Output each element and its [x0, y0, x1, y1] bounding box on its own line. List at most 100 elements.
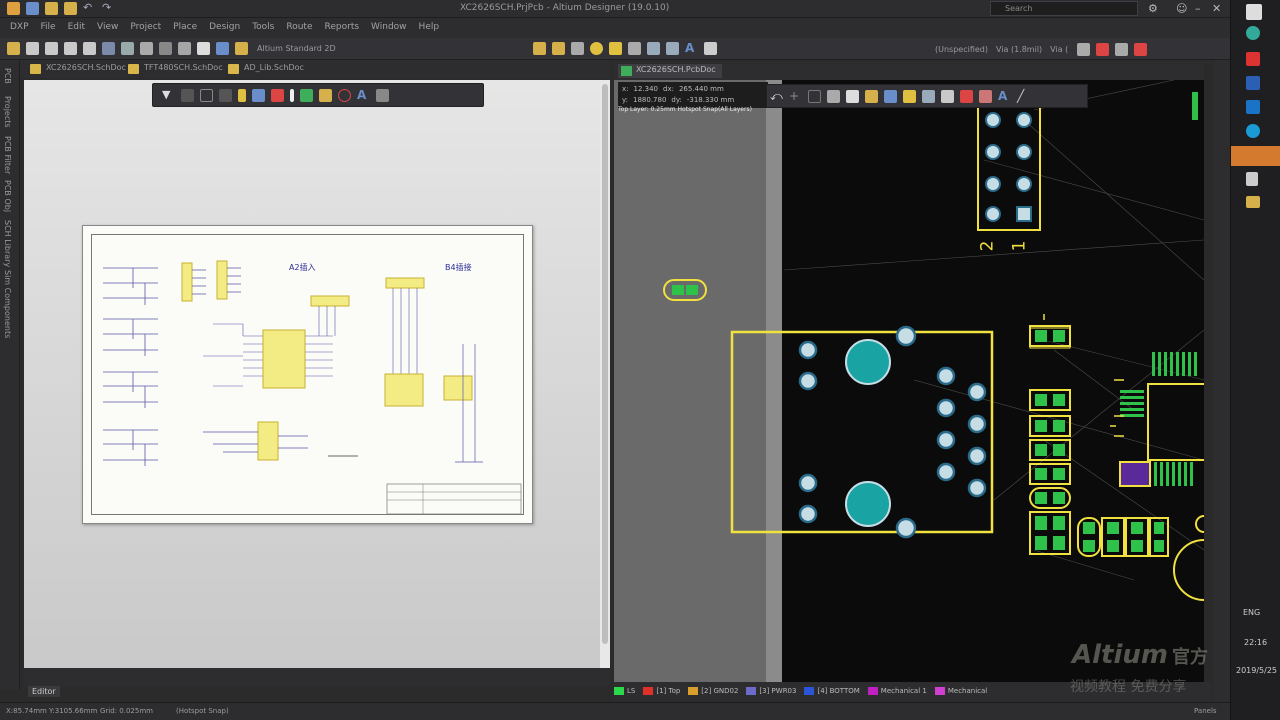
panel-tab-pcb[interactable]: PCB — [3, 68, 12, 84]
paste-icon[interactable] — [64, 42, 77, 55]
select-icon[interactable] — [121, 42, 134, 55]
wire-icon[interactable] — [1077, 43, 1091, 56]
rule-selector[interactable]: Via ( — [1050, 45, 1068, 54]
doc-tab-1[interactable]: XC2626SCH.SchDoc — [30, 63, 126, 76]
text-icon[interactable]: A — [357, 89, 370, 102]
via-icon[interactable] — [590, 42, 603, 55]
wire-icon[interactable] — [252, 88, 265, 102]
port-icon[interactable] — [1115, 43, 1129, 56]
route-icon[interactable] — [865, 89, 878, 103]
tray-date[interactable]: 2019/5/25 — [1236, 666, 1277, 675]
layer-tab[interactable]: [1] Top — [643, 687, 680, 695]
component-icon[interactable] — [827, 89, 840, 103]
layer-tab[interactable]: LS — [614, 687, 635, 695]
menu-item-place[interactable]: Place — [173, 22, 197, 32]
filter-icon[interactable]: ▼ — [162, 88, 175, 102]
room-icon[interactable] — [979, 89, 992, 103]
doc-tab-2[interactable]: TFT480SCH.SchDoc — [128, 63, 223, 76]
arrow-icon[interactable] — [216, 42, 229, 55]
arc-icon[interactable] — [628, 42, 641, 55]
save-icon[interactable] — [26, 2, 39, 15]
fill-icon[interactable] — [666, 42, 679, 55]
layer-tab[interactable]: [4] BOTTOM — [804, 687, 860, 695]
net-label-icon[interactable] — [1134, 43, 1148, 56]
doc-selector[interactable]: Altium Standard 2D — [257, 44, 336, 53]
tray-lang[interactable]: ENG — [1243, 608, 1260, 617]
open-folder-icon[interactable] — [7, 42, 20, 55]
new-doc-icon[interactable] — [26, 42, 39, 55]
minimize-icon[interactable]: – — [1195, 2, 1201, 15]
redo-icon[interactable]: ↷ — [102, 2, 115, 15]
move-icon[interactable] — [140, 42, 153, 55]
close-icon[interactable]: ✕ — [1212, 2, 1221, 15]
panel-tab-sim-components[interactable]: Sim Components — [3, 270, 12, 338]
port-icon[interactable] — [319, 88, 332, 102]
menu-item-help[interactable]: Help — [419, 22, 440, 32]
folder-icon[interactable] — [1246, 196, 1260, 208]
pcb-doc-tab[interactable]: XC2626SCH.PcbDoc — [618, 64, 722, 78]
menu-item-dxp[interactable]: DXP — [10, 22, 29, 32]
keepout-icon[interactable] — [960, 89, 973, 103]
copy-icon[interactable] — [45, 42, 58, 55]
select-rect-icon[interactable] — [200, 88, 213, 102]
panel-tab-pcb-obj[interactable]: PCB Obj — [3, 180, 12, 212]
folder-open-icon[interactable] — [64, 2, 77, 15]
harness-icon[interactable] — [300, 88, 313, 102]
no-erc-icon[interactable] — [338, 88, 351, 102]
zoom-icon[interactable] — [102, 42, 115, 55]
outlook-icon[interactable] — [1246, 100, 1260, 114]
browser-icon[interactable] — [1246, 124, 1260, 138]
shape-icon[interactable] — [376, 88, 389, 102]
menu-item-design[interactable]: Design — [209, 22, 240, 32]
bus-icon[interactable] — [1096, 43, 1110, 56]
layer-tab[interactable]: Mechanical 1 — [867, 687, 927, 695]
menu-item-route[interactable]: Route — [286, 22, 312, 32]
net-filter[interactable]: (Unspecified) — [935, 45, 988, 54]
layer-tab[interactable]: [2] GND02 — [688, 687, 738, 695]
notifications-icon[interactable]: ⚙ — [1148, 2, 1158, 15]
fill-icon[interactable] — [941, 89, 954, 103]
diff-pair-icon[interactable] — [571, 42, 584, 55]
align-icon[interactable] — [219, 88, 232, 102]
notes-icon[interactable] — [1246, 172, 1258, 186]
altium-icon[interactable] — [1231, 146, 1280, 166]
doc-tab-3[interactable]: AD_Lib.SchDoc — [228, 63, 304, 76]
bus-icon[interactable] — [290, 88, 294, 102]
schematic-vertical-scrollbar[interactable] — [600, 80, 610, 668]
word-icon[interactable] — [1246, 76, 1260, 90]
layer-tab[interactable]: Mechanical — [934, 687, 987, 695]
app-icon-red[interactable] — [1246, 52, 1260, 66]
menu-item-reports[interactable]: Reports — [325, 22, 360, 32]
interactive-route-icon[interactable]: ⤺ — [770, 90, 783, 103]
select-rect-icon[interactable] — [808, 89, 821, 103]
edit-icon[interactable] — [235, 42, 248, 55]
scroll-thumb[interactable] — [602, 84, 608, 644]
editor-tab[interactable]: Editor — [28, 686, 60, 697]
pcb-canvas[interactable]: 2 1 — [614, 80, 1204, 682]
polygon-icon[interactable] — [647, 42, 660, 55]
text-icon[interactable]: A — [685, 42, 698, 55]
panels-button[interactable]: Panels — [1194, 707, 1217, 715]
panel-tab-projects[interactable]: Projects — [3, 96, 12, 128]
via-style[interactable]: Via (1.8mil) — [996, 45, 1042, 54]
filter-icon[interactable] — [197, 42, 210, 55]
crosshair-icon[interactable]: + — [789, 90, 802, 103]
panel-tab-pcb-filter[interactable]: PCB Filter — [3, 136, 12, 174]
line-icon[interactable]: ╱ — [1017, 90, 1030, 103]
print-icon[interactable] — [83, 42, 96, 55]
cross-probe-icon[interactable] — [178, 42, 191, 55]
part-icon[interactable] — [238, 88, 246, 102]
pad-icon[interactable] — [609, 42, 622, 55]
panel-tab-sch-library[interactable]: SCH Library — [3, 220, 12, 267]
place-icon[interactable] — [846, 89, 859, 103]
interactive-route-icon[interactable] — [552, 42, 565, 55]
text-icon[interactable]: A — [998, 90, 1011, 103]
folder-icon[interactable] — [45, 2, 58, 15]
search-input[interactable]: Search — [990, 1, 1138, 16]
move-icon[interactable] — [181, 88, 194, 102]
menu-item-edit[interactable]: Edit — [68, 22, 85, 32]
diff-pair-icon[interactable] — [884, 89, 897, 103]
windows-start-icon[interactable] — [1246, 4, 1262, 20]
polygon-icon[interactable] — [922, 89, 935, 103]
net-icon[interactable] — [271, 88, 284, 102]
